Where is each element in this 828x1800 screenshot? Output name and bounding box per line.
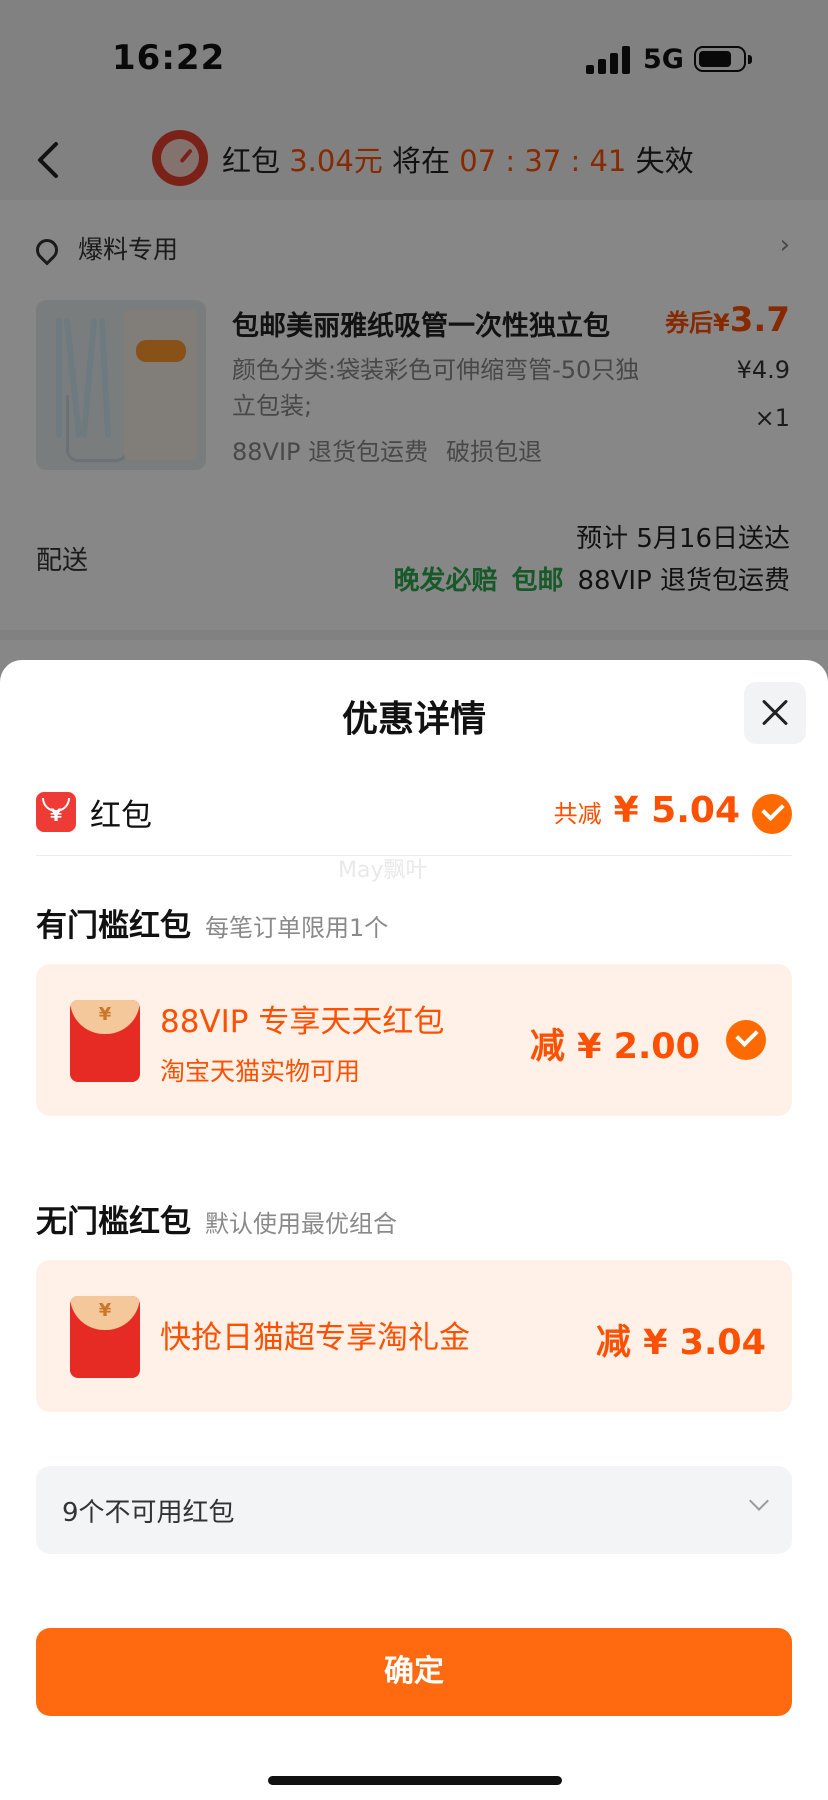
check-icon[interactable] (752, 794, 792, 834)
total-prefix: 共减 (553, 800, 602, 828)
total-amount: ¥ 5.04 (613, 790, 740, 831)
close-icon[interactable] (744, 682, 806, 744)
sheet-title: 优惠详情 (341, 699, 486, 740)
coupon-title: 快抢日猫超专享淘礼金 (160, 1320, 470, 1356)
chevron-down-icon (749, 1491, 769, 1511)
coupon-88vip[interactable]: ¥ 88VIP 专享天天红包 淘宝天猫实物可用 减 ¥ 2.00 (36, 964, 792, 1116)
home-indicator (268, 1776, 562, 1785)
check-icon[interactable] (726, 1020, 766, 1060)
section-title: 无门槛红包 (36, 1204, 191, 1240)
section-note: 默认使用最优组合 (205, 1210, 397, 1238)
coupon-amount: 减 ¥ 2.00 (529, 1027, 700, 1067)
unavailable-label: 9个不可用红包 (62, 1498, 235, 1528)
hongbao-total: 共减 ¥ 5.04 (554, 790, 740, 831)
hongbao-icon: ¥ (36, 792, 76, 832)
coupon-title: 88VIP 专享天天红包 (160, 1004, 445, 1040)
hongbao-row[interactable]: ¥ 红包 共减 ¥ 5.04 (36, 790, 792, 840)
no-threshold-section-header: 无门槛红包 默认使用最优组合 (36, 1196, 397, 1241)
coupon-subtitle: 淘宝天猫实物可用 (160, 1057, 361, 1086)
threshold-section-header: 有门槛红包 每笔订单限用1个 (36, 900, 388, 945)
discount-sheet: 优惠详情 ¥ 红包 共减 ¥ 5.04 May飘叶 有门槛红包 每笔订单限用1个 ¥… (0, 660, 828, 1800)
red-envelope-icon: ¥ (70, 1296, 140, 1378)
section-title: 有门槛红包 (36, 908, 191, 944)
coupon-tmall-supermarket[interactable]: ¥ 快抢日猫超专享淘礼金 减 ¥ 3.04 (36, 1260, 792, 1412)
hongbao-label: 红包 (90, 798, 152, 834)
coupon-amount: 减 ¥ 3.04 (595, 1323, 766, 1363)
red-envelope-icon: ¥ (70, 1000, 140, 1082)
section-note: 每笔订单限用1个 (205, 914, 389, 942)
unavailable-hongbao-toggle[interactable]: 9个不可用红包 (36, 1466, 792, 1554)
watermark: May飘叶 (338, 858, 428, 883)
confirm-button[interactable]: 确定 (36, 1628, 792, 1716)
